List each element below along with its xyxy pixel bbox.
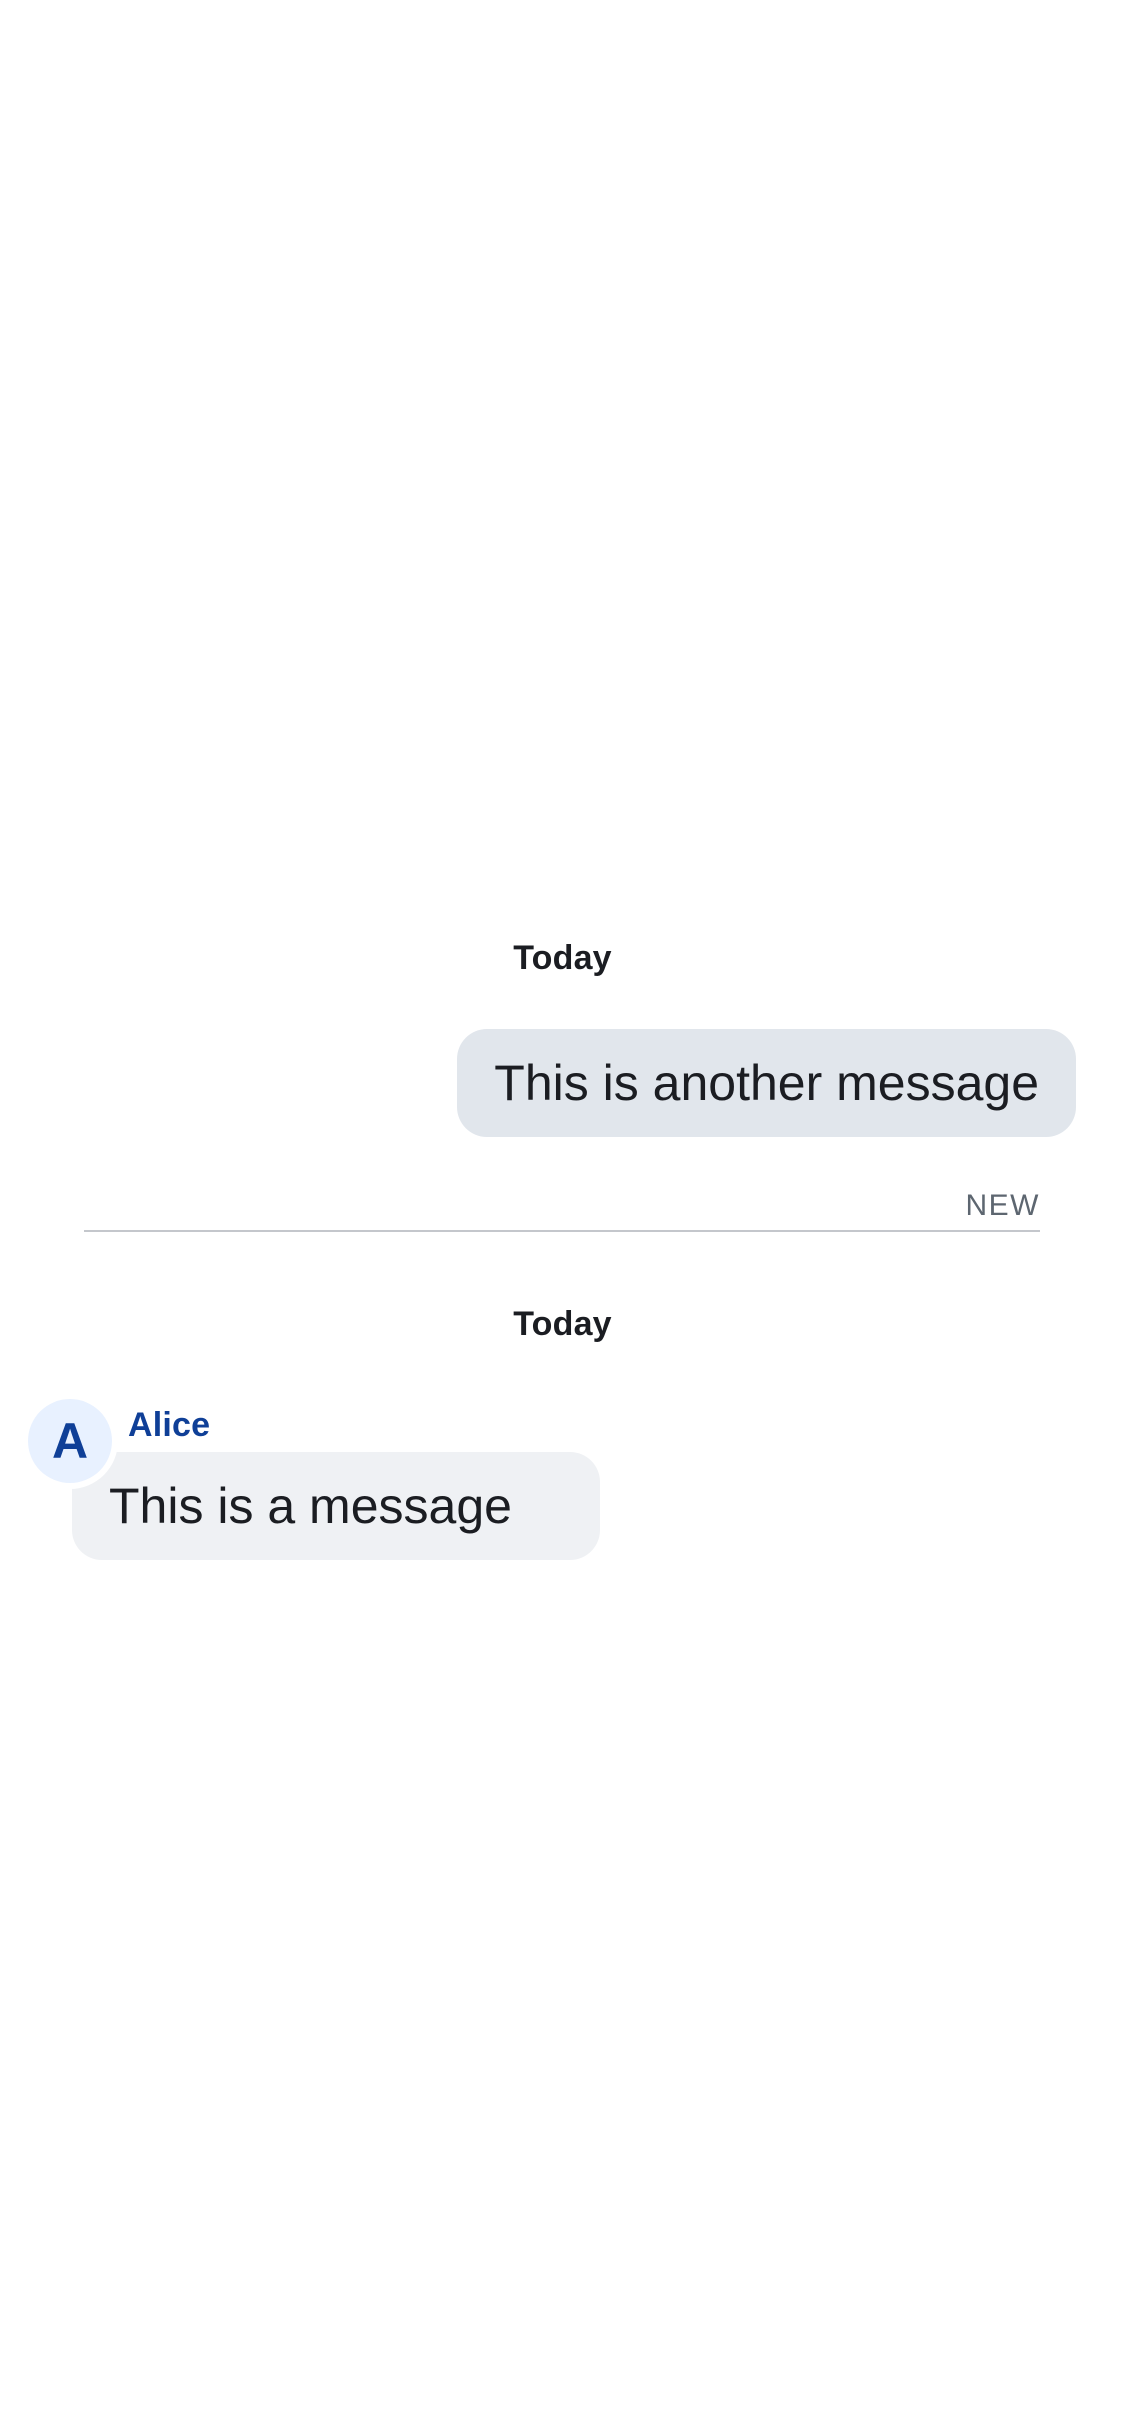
new-marker-label: NEW (965, 1189, 1040, 1222)
avatar-initial: A (51, 1413, 89, 1469)
avatar[interactable]: A (28, 1399, 112, 1483)
outgoing-message-bubble[interactable]: This is another message (457, 1029, 1076, 1137)
date-separator-first: Today (513, 939, 612, 977)
new-messages-marker: NEW (84, 1182, 1040, 1232)
incoming-message-group: A Alice This is a message (0, 1396, 1125, 1566)
new-marker-divider (84, 1230, 1040, 1232)
incoming-message-bubble[interactable]: This is a message (72, 1452, 600, 1560)
date-separator-second: Today (513, 1305, 612, 1343)
chat-screen: Today This is another message NEW Today … (0, 0, 1125, 2436)
sender-name[interactable]: Alice (128, 1406, 210, 1445)
message-timeline: Today This is another message NEW Today … (0, 0, 1125, 2436)
